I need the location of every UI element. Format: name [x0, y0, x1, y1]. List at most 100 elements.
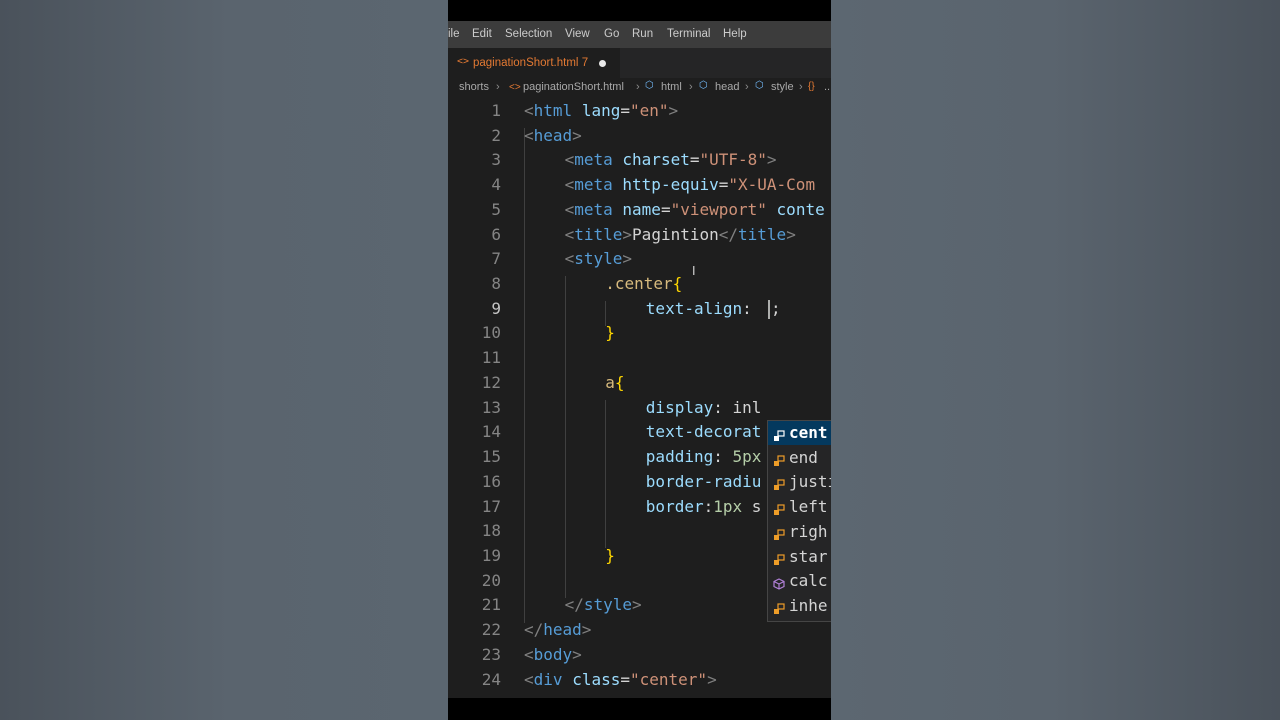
code-token: > [668, 101, 679, 120]
function-cube-icon [773, 575, 785, 590]
menu-edit[interactable]: Edit [472, 28, 492, 40]
code-line: text-align: ; [646, 299, 781, 319]
code-token: "X-UA-Com [728, 175, 816, 195]
code-token: class [572, 669, 621, 689]
code-token: http-equiv [622, 175, 719, 195]
code-token: < [524, 101, 534, 120]
suggestion-item[interactable]: end [768, 446, 831, 470]
code-token: < [564, 199, 575, 219]
suggestion-item[interactable]: inhe [768, 594, 831, 618]
tab-paginationshort-html[interactable]: <> paginationShort.html 7 [448, 48, 620, 78]
enum-member-icon [773, 452, 785, 466]
line-number: 11 [481, 348, 501, 368]
code-token: border [645, 496, 704, 516]
suggestion-item[interactable]: justi [768, 470, 831, 494]
tab-label: paginationShort.html 7 [473, 57, 589, 69]
code-token: body [533, 644, 573, 664]
line-number: 20 [481, 570, 501, 590]
code-token: charset [622, 150, 690, 170]
suggestion-item[interactable]: cent [768, 421, 831, 445]
code-editor[interactable]: 1 <html lang="en"> 2 <head> 3 <meta charset="… [448, 98, 831, 698]
menu-run[interactable]: Run [632, 28, 653, 40]
menu-bar: ile Edit Selection View Go Run Terminal … [448, 21, 831, 48]
code-token: > [786, 224, 796, 244]
indent-guide [605, 400, 606, 548]
breadcrumb-style[interactable]: style [771, 81, 794, 93]
line-number: 2 [491, 125, 501, 145]
code-line: text-decorat [646, 422, 762, 442]
menu-file[interactable]: ile [448, 28, 460, 40]
suggestion-label: star [789, 546, 828, 566]
breadcrumb: shorts › <> paginationShort.html › ⬡ htm… [448, 78, 831, 98]
line-number: 22 [481, 620, 501, 640]
code-token: Pagintion [632, 224, 719, 244]
code-token: < [524, 669, 534, 689]
code-token: name [622, 199, 661, 219]
suggestion-item[interactable]: left [768, 495, 831, 519]
line-number: 3 [491, 150, 501, 170]
suggestion-item[interactable]: righ [768, 520, 831, 544]
line-number: 17 [481, 496, 501, 516]
code-token: = [718, 175, 729, 195]
code-line: <meta name="viewport" conte [565, 200, 825, 220]
code-line: a{ [605, 373, 624, 393]
menu-view[interactable]: View [565, 28, 590, 40]
code-token: 5px [732, 447, 762, 467]
breadcrumb-folder[interactable]: shorts [459, 81, 489, 93]
breadcrumb-head[interactable]: head [715, 81, 739, 93]
code-token: style [574, 249, 623, 269]
line-number: 15 [481, 447, 501, 467]
code-token: < [564, 224, 575, 244]
code-token: 1px [713, 496, 743, 516]
code-token: "UTF-8" [699, 150, 767, 170]
line-number: 23 [481, 644, 501, 664]
line-number: 8 [491, 274, 501, 294]
breadcrumb-html[interactable]: html [661, 81, 682, 93]
breadcrumb-selector[interactable]: ... [824, 81, 831, 93]
menu-help[interactable]: Help [723, 28, 747, 40]
code-token: < [564, 175, 575, 195]
menu-selection[interactable]: Selection [505, 28, 552, 40]
code-token: title [574, 224, 623, 244]
suggestion-label: righ [789, 521, 828, 541]
chevron-right-icon: › [799, 81, 803, 93]
code-token: : [703, 496, 714, 516]
code-line: <title>Pagintion</title> [565, 225, 796, 245]
code-token: = [620, 669, 630, 689]
code-token: meta [574, 199, 613, 219]
code-token: : [742, 298, 762, 318]
code-line: <meta http-equiv="X-UA-Com [565, 175, 815, 195]
code-token: > [572, 125, 582, 145]
code-token: > [581, 620, 592, 640]
suggestion-label: calc [789, 571, 828, 591]
code-token: head [533, 125, 573, 145]
code-line: <style> [565, 249, 632, 269]
line-number: 5 [491, 199, 501, 219]
unsaved-dot-icon[interactable] [599, 60, 606, 67]
enum-member-icon [773, 551, 785, 565]
suggestion-label: end [789, 447, 818, 467]
code-token: { [614, 372, 625, 392]
code-line: } [605, 323, 615, 343]
code-token: < [524, 644, 534, 664]
code-token: padding [645, 447, 714, 467]
code-token: text-decorat [645, 422, 762, 442]
menu-go[interactable]: Go [604, 28, 619, 40]
suggestion-item[interactable]: calc [768, 569, 831, 593]
suggestion-item[interactable]: star [768, 545, 831, 569]
code-line: border:1px s [646, 497, 762, 517]
chevron-right-icon: › [636, 81, 640, 93]
code-token: a [605, 372, 615, 392]
breadcrumb-file[interactable]: paginationShort.html [523, 81, 624, 93]
enum-member-icon [773, 600, 785, 615]
code-token: "en" [629, 101, 669, 120]
vscode-window: ile Edit Selection View Go Run Terminal … [448, 0, 831, 720]
code-token: > [622, 249, 633, 269]
code-token: : [713, 447, 733, 467]
line-number: 9 [491, 298, 501, 318]
mouse-ibeam-icon: Ι [692, 264, 696, 278]
menu-terminal[interactable]: Terminal [667, 28, 710, 40]
code-token: title [738, 224, 787, 244]
